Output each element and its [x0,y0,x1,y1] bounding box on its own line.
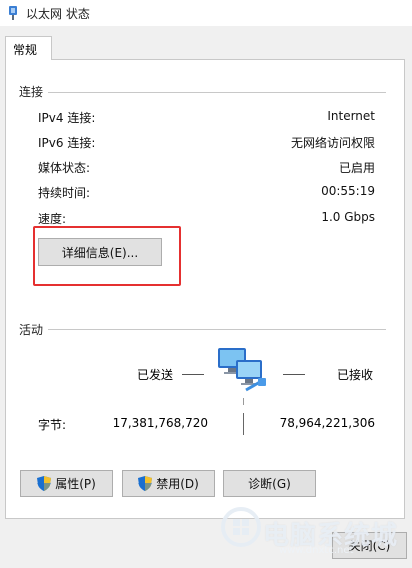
properties-button[interactable]: 属性(P) [20,470,113,497]
disable-button[interactable]: 禁用(D) [122,470,215,497]
tab-general[interactable]: 常规 [5,36,52,60]
disable-label: 禁用(D) [156,477,199,491]
watermark-logo-icon [221,507,261,547]
sent-dash [182,374,204,375]
bytes-received-value: 78,964,221,306 [279,416,375,430]
duration-label: 持续时间: [38,186,91,200]
activity-section-title: 活动 [19,323,44,337]
network-computers-icon [218,348,266,392]
speed-value: 1.0 Gbps [321,210,375,224]
sent-label: 已发送 [137,368,174,382]
connection-section-title: 连接 [19,85,44,99]
media-state-value: 已启用 [338,161,375,175]
window-title: 以太网 状态 [26,7,90,21]
network-adapter-icon [9,6,17,20]
activity-separator [48,329,386,330]
bytes-label: 字节: [38,418,67,432]
duration-value: 00:55:19 [321,184,375,198]
received-dash [283,374,305,375]
ipv4-value: Internet [327,109,375,123]
received-label: 已接收 [337,368,374,382]
details-button[interactable]: 详细信息(E)... [38,238,162,266]
bytes-sent-value: 17,381,768,720 [112,416,208,430]
title-bar: 以太网 状态 [0,0,412,26]
tab-general-label: 常规 [13,43,38,57]
uac-shield-icon [138,476,153,491]
bytes-divider [243,413,244,435]
connector-line [243,398,244,405]
ipv4-label: IPv4 连接: [38,111,96,125]
connection-separator [48,92,386,93]
ipv6-label: IPv6 连接: [38,136,96,150]
properties-label: 属性(P) [55,477,96,491]
watermark-subtext: www.dnxtc.net [279,545,354,556]
uac-shield-icon [37,476,52,491]
watermark: 电脑系统城 www.dnxtc.net [215,493,412,568]
ipv6-value: 无网络访问权限 [290,136,375,150]
general-panel [5,59,405,519]
speed-label: 速度: [38,212,67,226]
media-state-label: 媒体状态: [38,161,91,175]
